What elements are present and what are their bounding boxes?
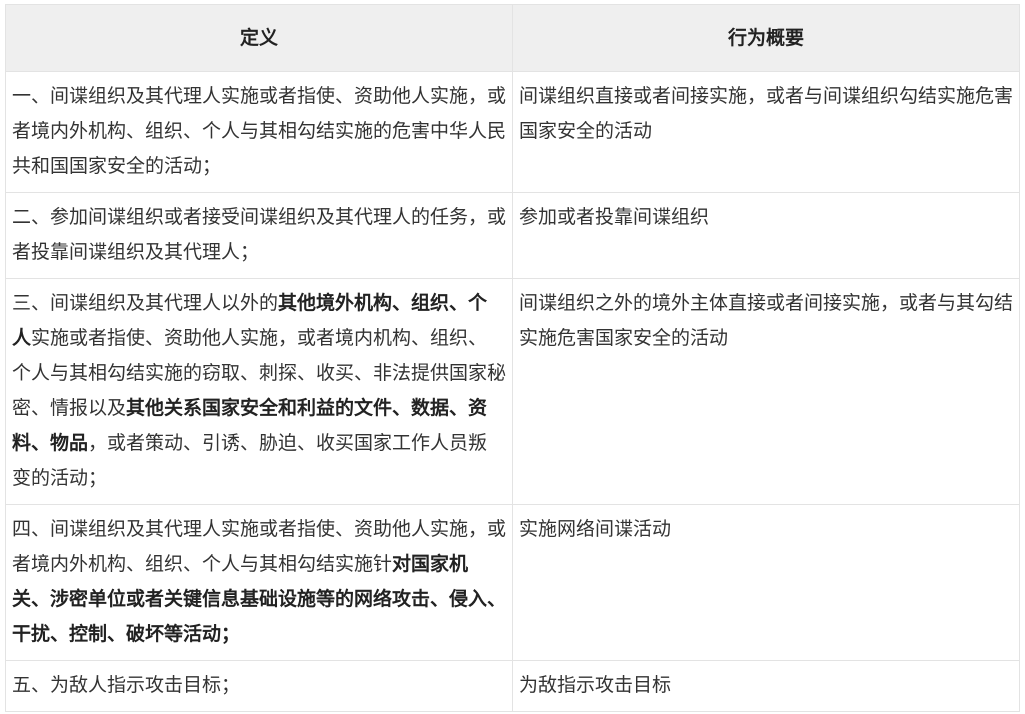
table-row: 二、参加间谍组织或者接受间谍组织及其代理人的任务，或者投靠间谍组织及其代理人； … (5, 192, 1020, 279)
summary-cell: 间谍组织直接或者间接实施，或者与间谍组织勾结实施危害国家安全的活动 (512, 71, 1020, 193)
summary-cell: 间谍组织之外的境外主体直接或者间接实施，或者与其勾结实施危害国家安全的活动 (512, 278, 1020, 505)
table-row: 一、间谍组织及其代理人实施或者指使、资助他人实施，或者境内外机构、组织、个人与其… (5, 71, 1020, 193)
table-row: 五、为敌人指示攻击目标； 为敌指示攻击目标 (5, 660, 1020, 712)
definition-cell: 三、间谍组织及其代理人以外的其他境外机构、组织、个人实施或者指使、资助他人实施，… (5, 278, 513, 505)
table-row: 三、间谍组织及其代理人以外的其他境外机构、组织、个人实施或者指使、资助他人实施，… (5, 278, 1020, 505)
header-definition: 定义 (5, 4, 513, 72)
summary-cell: 为敌指示攻击目标 (512, 660, 1020, 712)
definition-cell: 二、参加间谍组织或者接受间谍组织及其代理人的任务，或者投靠间谍组织及其代理人； (5, 192, 513, 279)
summary-cell: 实施网络间谍活动 (512, 504, 1020, 661)
definition-text: 一、间谍组织及其代理人实施或者指使、资助他人实施，或者境内外机构、组织、个人与其… (12, 85, 507, 177)
table-row: 四、间谍组织及其代理人实施或者指使、资助他人实施，或者境内外机构、组织、个人与其… (5, 504, 1020, 661)
espionage-definition-table: 定义 行为概要 一、间谍组织及其代理人实施或者指使、资助他人实施，或者境内外机构… (5, 4, 1020, 712)
definition-text: 三、间谍组织及其代理人以外的 (12, 292, 279, 314)
table-header-row: 定义 行为概要 (5, 4, 1020, 72)
definition-cell: 一、间谍组织及其代理人实施或者指使、资助他人实施，或者境内外机构、组织、个人与其… (5, 71, 513, 193)
definition-cell: 五、为敌人指示攻击目标； (5, 660, 513, 712)
header-behavior-summary: 行为概要 (512, 4, 1020, 72)
espionage-definition-table-container: 定义 行为概要 一、间谍组织及其代理人实施或者指使、资助他人实施，或者境内外机构… (5, 4, 1020, 712)
definition-text: 二、参加间谍组织或者接受间谍组织及其代理人的任务，或者投靠间谍组织及其代理人； (12, 206, 507, 263)
definition-text: 五、为敌人指示攻击目标； (12, 674, 241, 696)
summary-cell: 参加或者投靠间谍组织 (512, 192, 1020, 279)
definition-cell: 四、间谍组织及其代理人实施或者指使、资助他人实施，或者境内外机构、组织、个人与其… (5, 504, 513, 661)
